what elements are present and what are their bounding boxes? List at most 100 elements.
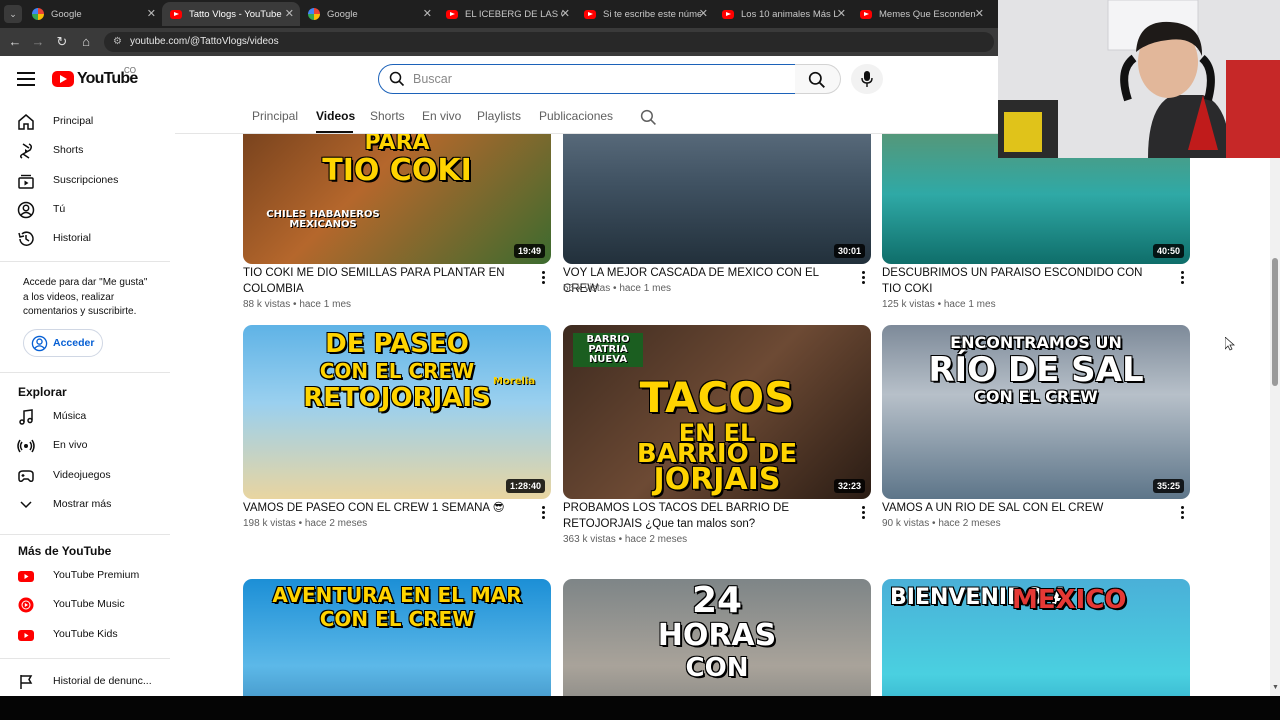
- sidebar-item-label: En vivo: [53, 439, 88, 452]
- sidebar-item-mostrar-más[interactable]: Mostrar más: [0, 492, 170, 518]
- video-thumbnail[interactable]: E MEXICO30:01: [563, 134, 871, 264]
- browser-tab[interactable]: Si te escribe este número ✕: [576, 2, 714, 26]
- close-tab-icon[interactable]: ✕: [975, 7, 984, 20]
- video-title[interactable]: DESCUBRIMOS UN PARAISO ESCONDIDO CON TIO…: [882, 265, 1162, 297]
- signin-prompt: Accede para dar "Me gusta" a los videos,…: [23, 277, 148, 317]
- page-scrollbar[interactable]: ▼: [1270, 134, 1280, 696]
- home-icon: [17, 113, 35, 131]
- sidebar-divider: [0, 534, 170, 535]
- browser-tab-title: Tatto Vlogs - YouTube: [189, 8, 282, 20]
- thumbnail-caption: AVENTURA EN EL MAR: [272, 583, 522, 607]
- tab-publicaciones[interactable]: Publicaciones: [539, 109, 613, 123]
- history-icon: [17, 230, 35, 248]
- browser-tab[interactable]: Google ✕: [300, 2, 438, 26]
- search-button[interactable]: [795, 64, 841, 94]
- more-actions-icon[interactable]: [857, 270, 869, 286]
- video-duration: 40:50: [1152, 244, 1184, 258]
- browser-tab[interactable]: Tatto Vlogs - YouTube ✕: [162, 2, 300, 26]
- more-actions-icon[interactable]: [537, 505, 549, 521]
- sidebar-item-youtube-music[interactable]: YouTube Music: [0, 592, 170, 618]
- country-code: CO: [124, 66, 136, 75]
- sidebar-item-videojuegos[interactable]: Videojuegos: [0, 463, 170, 489]
- browser-tab[interactable]: EL ICEBERG DE LAS CARIC✕: [438, 2, 576, 26]
- browser-tab[interactable]: Google ✕: [24, 2, 162, 26]
- explore-heading: Explorar: [18, 385, 67, 399]
- channel-search-icon[interactable]: [640, 109, 657, 126]
- address-bar[interactable]: ⚙ youtube.com/@TattoVlogs/videos: [104, 32, 994, 52]
- voice-search-button[interactable]: [851, 64, 883, 94]
- forward-arrow-icon[interactable]: →: [29, 33, 47, 51]
- tab-en-vivo[interactable]: En vivo: [422, 109, 461, 123]
- browser-tab-title: Memes Que Esconden His: [879, 8, 977, 20]
- video-thumbnail[interactable]: TACOS EN EL BARRIO DE JORJAIS BARRIO PATRIA …: [563, 325, 871, 499]
- tab-playlists[interactable]: Playlists: [477, 109, 521, 123]
- sidebar-item-principal[interactable]: Principal: [0, 109, 170, 135]
- youtube-logo[interactable]: YouTube CO: [52, 66, 138, 88]
- search-input[interactable]: [413, 69, 783, 89]
- more-actions-icon[interactable]: [1176, 270, 1188, 286]
- sidebar-item-suscripciones[interactable]: Suscripciones: [0, 168, 170, 194]
- video-title[interactable]: VAMOS A UN RIO DE SAL CON EL CREW: [882, 500, 1162, 516]
- scrollbar-thumb[interactable]: [1272, 258, 1278, 386]
- video-metadata: 56 k vistas • hace 1 mes: [563, 283, 671, 294]
- browser-tab[interactable]: Los 10 animales Más LETA✕: [714, 2, 852, 26]
- reload-icon[interactable]: ↻: [53, 33, 71, 51]
- video-thumbnail[interactable]: CHILESPARATIO COKICHILES HABANEROS MEXIC…: [243, 134, 551, 264]
- video-title[interactable]: VAMOS DE PASEO CON EL CREW 1 SEMANA 😎: [243, 500, 523, 516]
- shorts-icon: [17, 142, 35, 160]
- sidebar-item-historial-de-denunc-[interactable]: Historial de denunc...: [0, 669, 170, 695]
- youtube-play-icon: [52, 71, 74, 87]
- video-title[interactable]: PROBAMOS LOS TACOS DEL BARRIO DE RETOJOR…: [563, 500, 843, 532]
- video-title[interactable]: TIO COKI ME DIO SEMILLAS PARA PLANTAR EN…: [243, 265, 523, 297]
- view-count: 56 k vistas: [563, 283, 611, 294]
- search-box[interactable]: [378, 64, 796, 94]
- os-taskbar: [0, 696, 1280, 720]
- close-tab-icon[interactable]: ✕: [423, 7, 432, 20]
- signin-button[interactable]: Acceder: [23, 329, 103, 357]
- view-count: 90 k vistas: [882, 518, 930, 529]
- view-count: 125 k vistas: [882, 299, 935, 310]
- back-arrow-icon[interactable]: ←: [6, 33, 24, 51]
- video-thumbnail[interactable]: AVENTURA EN EL MAR CON EL CREW: [243, 579, 551, 696]
- tab-videos[interactable]: Videos: [316, 109, 355, 123]
- google-icon: [308, 8, 320, 20]
- browser-tab-title: Google: [327, 8, 358, 20]
- more-actions-icon[interactable]: [857, 505, 869, 521]
- browser-tab-title: Google: [51, 8, 82, 20]
- close-tab-icon[interactable]: ✕: [837, 7, 846, 20]
- sidebar-item-música[interactable]: Música: [0, 404, 170, 430]
- video-metadata: 125 k vistas • hace 1 mes: [882, 299, 996, 310]
- sidebar-item-label: Mostrar más: [53, 497, 112, 510]
- sidebar-item-youtube-premium[interactable]: YouTube Premium: [0, 563, 170, 589]
- sidebar-item-en-vivo[interactable]: En vivo: [0, 433, 170, 459]
- close-tab-icon[interactable]: ✕: [147, 7, 156, 20]
- close-tab-icon[interactable]: ✕: [699, 7, 708, 20]
- sidebar-item-youtube-kids[interactable]: YouTube Kids: [0, 622, 170, 648]
- thumbnail-caption: CON EL CREW: [974, 387, 1098, 406]
- sidebar-item-tú[interactable]: Tú: [0, 197, 170, 223]
- thumbnail-caption: RETOJORJAIS: [303, 383, 491, 413]
- browser-tab[interactable]: Memes Que Esconden His✕: [852, 2, 990, 26]
- more-actions-icon[interactable]: [537, 270, 549, 286]
- close-tab-icon[interactable]: ✕: [285, 7, 294, 20]
- video-thumbnail[interactable]: ENCONTRAMOS UN RÍO DE SAL CON EL CREW 35:25: [882, 325, 1190, 499]
- view-count: 198 k vistas: [243, 518, 296, 529]
- video-thumbnail[interactable]: BIENVENIDO A MEXICO: [882, 579, 1190, 696]
- subscriptions-icon: [17, 172, 35, 190]
- tab-search-menu-icon[interactable]: ⌄: [4, 5, 22, 23]
- home-browser-icon[interactable]: ⌂: [77, 33, 95, 51]
- sidebar-item-historial[interactable]: Historial: [0, 226, 170, 252]
- video-duration: 35:25: [1152, 479, 1184, 493]
- close-tab-icon[interactable]: ✕: [561, 7, 570, 20]
- video-thumbnail[interactable]: DE PASEO CON EL CREW RETOJORJAIS Morelia 1:2…: [243, 325, 551, 499]
- tab-principal[interactable]: Principal: [252, 109, 298, 123]
- video-thumbnail[interactable]: 24 HORAS CON: [563, 579, 871, 696]
- tab-shorts[interactable]: Shorts: [370, 109, 405, 123]
- scroll-down-arrow-icon[interactable]: ▼: [1272, 684, 1279, 691]
- menu-icon[interactable]: [17, 72, 35, 86]
- sidebar-item-shorts[interactable]: Shorts: [0, 138, 170, 164]
- more-actions-icon[interactable]: [1176, 505, 1188, 521]
- view-count: 363 k vistas: [563, 534, 616, 545]
- more-from-youtube-heading: Más de YouTube: [18, 544, 112, 558]
- site-info-icon[interactable]: ⚙: [113, 32, 122, 52]
